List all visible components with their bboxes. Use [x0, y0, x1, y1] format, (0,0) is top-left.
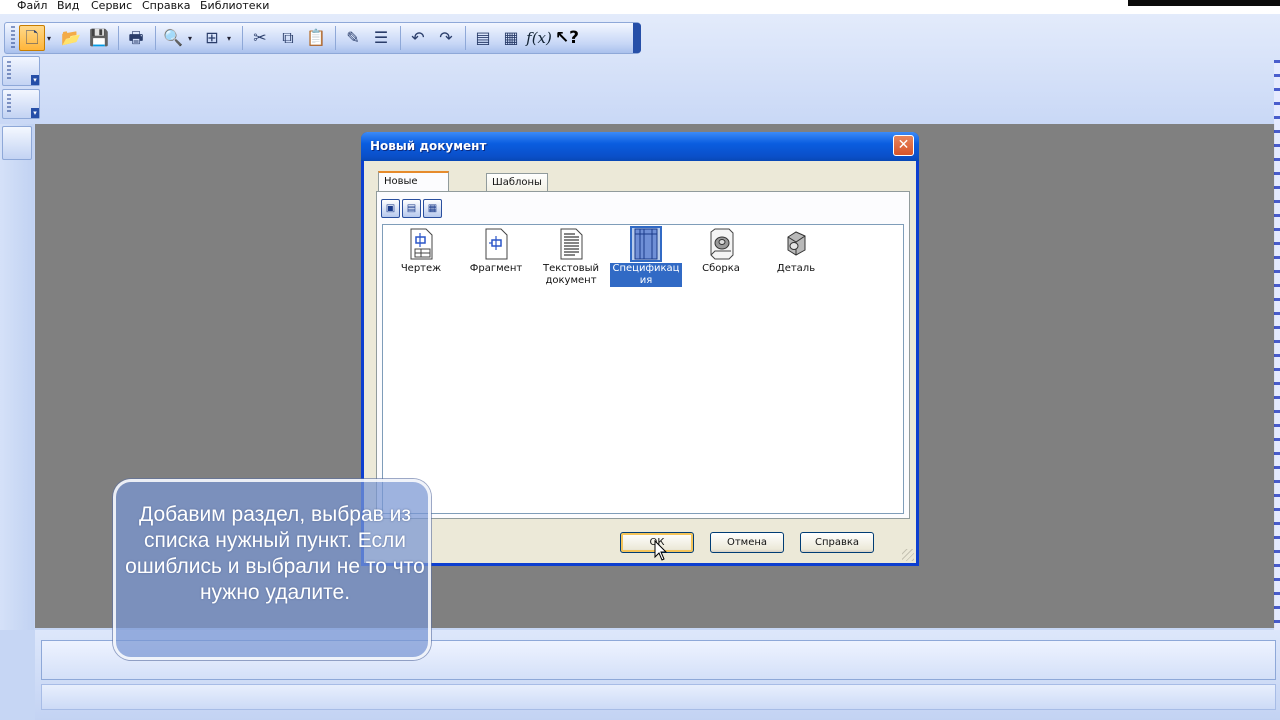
- list-icon[interactable]: ☰: [368, 25, 394, 51]
- toolbar-grip[interactable]: [7, 94, 11, 114]
- small-icons-view-icon[interactable]: ▤: [402, 199, 421, 218]
- list-item-label: Текстовый документ: [542, 263, 600, 286]
- undo-icon[interactable]: ↶: [405, 25, 431, 51]
- list-item-fragment[interactable]: Фрагмент: [460, 225, 532, 293]
- assembly-icon: [710, 228, 734, 260]
- list-item-drawing[interactable]: Чертеж: [385, 225, 457, 293]
- paste-icon[interactable]: 📋: [303, 25, 329, 51]
- compact-toolbar-2: ▾: [2, 89, 40, 119]
- folder-open-icon[interactable]: 📂: [58, 25, 84, 51]
- scissors-icon[interactable]: ✂: [247, 25, 273, 51]
- fragment-icon: [485, 228, 508, 260]
- list-item-label: Спецификация: [610, 263, 682, 287]
- manager-icon[interactable]: ⊞: [199, 25, 225, 51]
- recording-clock: [1128, 0, 1280, 6]
- tutorial-annotation: Добавим раздел, выбрав из списка нужный …: [113, 479, 431, 660]
- menu-file[interactable]: Файл: [17, 0, 47, 12]
- document-type-list: Чертеж Фрагмент Текстовый документ Специ…: [382, 224, 904, 514]
- printer-icon[interactable]: 🖶: [123, 25, 149, 51]
- tab-panel: ▣ ▤ ▦ Чертеж Фрагмент Текстовый документ…: [376, 191, 910, 519]
- drawing-icon: [410, 228, 433, 260]
- cancel-button[interactable]: Отмена: [710, 532, 784, 553]
- help-button[interactable]: Справка: [800, 532, 874, 553]
- text-document-icon: [560, 228, 583, 260]
- menu-service[interactable]: Сервис: [91, 0, 132, 12]
- toolbar-separator: [118, 26, 119, 50]
- redo-icon[interactable]: ↷: [433, 25, 459, 51]
- list-item-label: Чертеж: [400, 263, 442, 274]
- save-icon[interactable]: 💾: [86, 25, 112, 51]
- new-document-icon[interactable]: 🗋: [19, 25, 45, 51]
- dialog-title: Новый документ: [370, 139, 487, 153]
- variables-icon[interactable]: ▦: [498, 25, 524, 51]
- toolbar-separator: [335, 26, 336, 50]
- specification-icon: [630, 226, 662, 262]
- help-pointer-icon[interactable]: ↖?: [554, 25, 580, 51]
- brush-icon[interactable]: ✎: [340, 25, 366, 51]
- toolbar-options-icon[interactable]: ▾: [31, 108, 39, 118]
- manager-dropdown-icon[interactable]: ▾: [227, 34, 235, 43]
- large-icons-view-icon[interactable]: ▣: [381, 199, 400, 218]
- tab-templates[interactable]: Шаблоны: [486, 173, 548, 192]
- status-bar: [41, 684, 1276, 710]
- new-document-dropdown-icon[interactable]: ▾: [47, 34, 55, 43]
- library-icon[interactable]: ▤: [470, 25, 496, 51]
- details-view-icon[interactable]: ▦: [423, 199, 442, 218]
- toolbar-separator: [465, 26, 466, 50]
- toolbar-separator: [400, 26, 401, 50]
- copy-icon[interactable]: ⧉: [275, 25, 301, 51]
- list-item-label: Деталь: [776, 263, 816, 274]
- list-item-label: Фрагмент: [469, 263, 523, 274]
- tab-new-documents[interactable]: Новые документы: [378, 171, 449, 204]
- standard-toolbar: 🗋 ▾ 📂 💾 🖶 🔍 ▾ ⊞ ▾ ✂ ⧉ 📋 ✎ ☰ ↶ ↷ ▤ ▦ f(x)…: [4, 22, 641, 54]
- list-item-specification[interactable]: Спецификация: [610, 225, 682, 293]
- compact-toolbar-1: ▾: [2, 56, 40, 86]
- toolbar-separator: [155, 26, 156, 50]
- dialog-titlebar[interactable]: Новый документ ✕: [361, 132, 919, 161]
- close-icon[interactable]: ✕: [893, 135, 914, 156]
- menu-bar: Файл Вид Сервис Справка Библиотеки: [0, 0, 1280, 14]
- toolbar-grip[interactable]: [7, 61, 11, 81]
- new-document-dialog: Новый документ ✕ Новые документы Шаблоны…: [361, 132, 919, 566]
- right-edge-strip: [1274, 60, 1280, 660]
- resize-grip[interactable]: [902, 549, 914, 561]
- preview-dropdown-icon[interactable]: ▾: [188, 34, 196, 43]
- toolbar-grip[interactable]: [11, 26, 15, 50]
- menu-view[interactable]: Вид: [57, 0, 79, 12]
- mouse-cursor-icon: [654, 540, 668, 561]
- toolbar-options-icon[interactable]: ▾: [31, 75, 39, 85]
- menu-libraries[interactable]: Библиотеки: [200, 0, 269, 12]
- annotation-text: Добавим раздел, выбрав из списка нужный …: [125, 503, 425, 604]
- menu-help[interactable]: Справка: [142, 0, 190, 12]
- view-mode-buttons: ▣ ▤ ▦: [381, 199, 444, 218]
- compact-panel: [0, 124, 34, 630]
- print-preview-icon[interactable]: 🔍: [160, 25, 186, 51]
- toolbar-separator: [242, 26, 243, 50]
- fx-icon[interactable]: f(x): [526, 25, 552, 51]
- toolbar-options-button[interactable]: [633, 23, 641, 53]
- list-item-text-document[interactable]: Текстовый документ: [535, 225, 607, 293]
- list-item-part[interactable]: Деталь: [760, 225, 832, 293]
- list-item-label: Сборка: [702, 263, 740, 274]
- part-icon: [787, 231, 806, 256]
- list-item-assembly[interactable]: Сборка: [685, 225, 757, 293]
- compact-panel-button[interactable]: [2, 126, 32, 160]
